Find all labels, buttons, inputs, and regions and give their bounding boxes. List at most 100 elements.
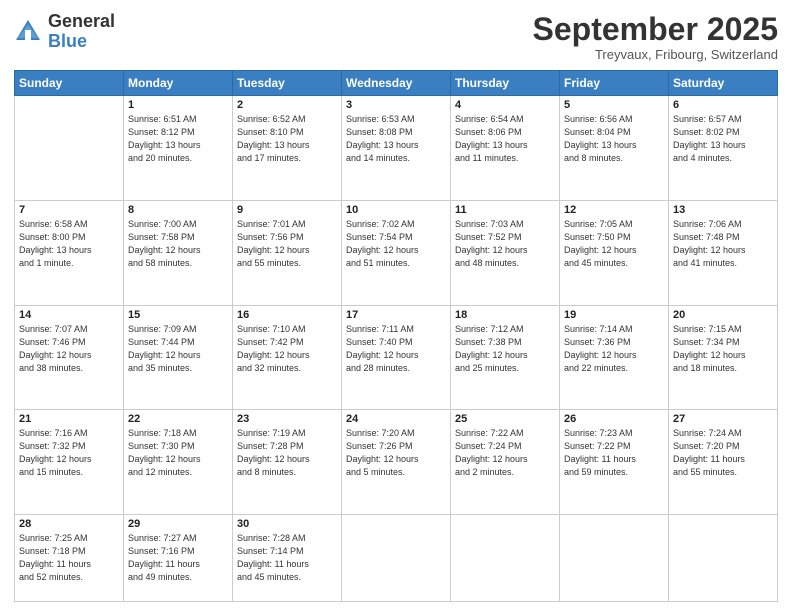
calendar-cell: 21 Sunrise: 7:16 AM Sunset: 7:32 PM Dayli…: [15, 410, 124, 515]
calendar-body: 1 Sunrise: 6:51 AM Sunset: 8:12 PM Daylig…: [15, 96, 778, 602]
page: General Blue September 2025 Treyvaux, Fr…: [0, 0, 792, 612]
day-info: Sunrise: 7:15 AM Sunset: 7:34 PM Dayligh…: [673, 323, 773, 375]
day-number: 4: [455, 99, 555, 111]
logo-general: General: [48, 12, 115, 32]
week-row-3: 14Sunrise: 7:07 AM Sunset: 7:46 PM Dayli…: [15, 305, 778, 410]
calendar-cell: 26 Sunrise: 7:23 AM Sunset: 7:22 PM Dayli…: [560, 410, 669, 515]
day-info: Sunrise: 7:09 AM Sunset: 7:44 PM Dayligh…: [128, 323, 228, 375]
weekday-thursday: Thursday: [451, 71, 560, 96]
day-info: Sunrise: 6:58 AM Sunset: 8:00 PM Dayligh…: [19, 218, 119, 270]
calendar-cell: 30Sunrise: 7:28 AM Sunset: 7:14 PM Dayli…: [233, 514, 342, 601]
day-number: 1: [128, 99, 228, 111]
day-number: 3: [346, 99, 446, 111]
calendar-cell: 9 Sunrise: 7:01 AM Sunset: 7:56 PM Daylig…: [233, 200, 342, 305]
day-info: Sunrise: 7:05 AM Sunset: 7:50 PM Dayligh…: [564, 218, 664, 270]
day-info: Sunrise: 7:03 AM Sunset: 7:52 PM Dayligh…: [455, 218, 555, 270]
day-number: 16: [237, 309, 337, 321]
header: General Blue September 2025 Treyvaux, Fr…: [14, 12, 778, 62]
day-number: 19: [564, 309, 664, 321]
week-row-2: 7Sunrise: 6:58 AM Sunset: 8:00 PM Daylig…: [15, 200, 778, 305]
day-info: Sunrise: 7:12 AM Sunset: 7:38 PM Dayligh…: [455, 323, 555, 375]
calendar-cell: 1 Sunrise: 6:51 AM Sunset: 8:12 PM Daylig…: [124, 96, 233, 201]
day-number: 12: [564, 204, 664, 216]
day-number: 24: [346, 413, 446, 425]
calendar-cell: 22Sunrise: 7:18 AM Sunset: 7:30 PM Dayli…: [124, 410, 233, 515]
calendar-cell: [560, 514, 669, 601]
calendar-cell: 15Sunrise: 7:09 AM Sunset: 7:44 PM Dayli…: [124, 305, 233, 410]
day-number: 5: [564, 99, 664, 111]
day-number: 29: [128, 518, 228, 530]
weekday-sunday: Sunday: [15, 71, 124, 96]
calendar-cell: 13 Sunrise: 7:06 AM Sunset: 7:48 PM Dayli…: [669, 200, 778, 305]
day-number: 20: [673, 309, 773, 321]
day-number: 17: [346, 309, 446, 321]
day-info: Sunrise: 7:20 AM Sunset: 7:26 PM Dayligh…: [346, 427, 446, 479]
day-number: 2: [237, 99, 337, 111]
location-subtitle: Treyvaux, Fribourg, Switzerland: [533, 47, 778, 62]
calendar-cell: 18 Sunrise: 7:12 AM Sunset: 7:38 PM Dayli…: [451, 305, 560, 410]
day-number: 6: [673, 99, 773, 111]
day-info: Sunrise: 7:07 AM Sunset: 7:46 PM Dayligh…: [19, 323, 119, 375]
day-info: Sunrise: 7:22 AM Sunset: 7:24 PM Dayligh…: [455, 427, 555, 479]
calendar-cell: 11 Sunrise: 7:03 AM Sunset: 7:52 PM Dayli…: [451, 200, 560, 305]
weekday-row: SundayMondayTuesdayWednesdayThursdayFrid…: [15, 71, 778, 96]
calendar-table: SundayMondayTuesdayWednesdayThursdayFrid…: [14, 70, 778, 602]
day-info: Sunrise: 7:02 AM Sunset: 7:54 PM Dayligh…: [346, 218, 446, 270]
day-info: Sunrise: 7:23 AM Sunset: 7:22 PM Dayligh…: [564, 427, 664, 479]
logo-blue: Blue: [48, 32, 115, 52]
calendar-cell: 3 Sunrise: 6:53 AM Sunset: 8:08 PM Daylig…: [342, 96, 451, 201]
day-number: 30: [237, 518, 337, 530]
day-number: 9: [237, 204, 337, 216]
day-info: Sunrise: 6:57 AM Sunset: 8:02 PM Dayligh…: [673, 113, 773, 165]
weekday-saturday: Saturday: [669, 71, 778, 96]
day-number: 13: [673, 204, 773, 216]
day-number: 18: [455, 309, 555, 321]
day-number: 26: [564, 413, 664, 425]
week-row-5: 28 Sunrise: 7:25 AM Sunset: 7:18 PM Dayli…: [15, 514, 778, 601]
day-number: 10: [346, 204, 446, 216]
calendar-cell: 6 Sunrise: 6:57 AM Sunset: 8:02 PM Daylig…: [669, 96, 778, 201]
calendar-cell: 20 Sunrise: 7:15 AM Sunset: 7:34 PM Dayli…: [669, 305, 778, 410]
calendar-header: SundayMondayTuesdayWednesdayThursdayFrid…: [15, 71, 778, 96]
day-info: Sunrise: 6:51 AM Sunset: 8:12 PM Dayligh…: [128, 113, 228, 165]
weekday-wednesday: Wednesday: [342, 71, 451, 96]
logo-text: General Blue: [48, 12, 115, 52]
day-number: 25: [455, 413, 555, 425]
calendar-cell: [669, 514, 778, 601]
week-row-4: 21 Sunrise: 7:16 AM Sunset: 7:32 PM Dayli…: [15, 410, 778, 515]
calendar-cell: 24 Sunrise: 7:20 AM Sunset: 7:26 PM Dayli…: [342, 410, 451, 515]
calendar-cell: 7Sunrise: 6:58 AM Sunset: 8:00 PM Daylig…: [15, 200, 124, 305]
day-info: Sunrise: 6:52 AM Sunset: 8:10 PM Dayligh…: [237, 113, 337, 165]
day-number: 11: [455, 204, 555, 216]
calendar-cell: 2 Sunrise: 6:52 AM Sunset: 8:10 PM Daylig…: [233, 96, 342, 201]
day-info: Sunrise: 7:01 AM Sunset: 7:56 PM Dayligh…: [237, 218, 337, 270]
calendar-cell: 27Sunrise: 7:24 AM Sunset: 7:20 PM Dayli…: [669, 410, 778, 515]
day-info: Sunrise: 6:53 AM Sunset: 8:08 PM Dayligh…: [346, 113, 446, 165]
day-info: Sunrise: 7:19 AM Sunset: 7:28 PM Dayligh…: [237, 427, 337, 479]
calendar-cell: 23Sunrise: 7:19 AM Sunset: 7:28 PM Dayli…: [233, 410, 342, 515]
day-number: 8: [128, 204, 228, 216]
calendar-cell: 5 Sunrise: 6:56 AM Sunset: 8:04 PM Daylig…: [560, 96, 669, 201]
day-number: 28: [19, 518, 119, 530]
calendar-cell: 19 Sunrise: 7:14 AM Sunset: 7:36 PM Dayli…: [560, 305, 669, 410]
weekday-monday: Monday: [124, 71, 233, 96]
day-info: Sunrise: 7:14 AM Sunset: 7:36 PM Dayligh…: [564, 323, 664, 375]
day-info: Sunrise: 6:54 AM Sunset: 8:06 PM Dayligh…: [455, 113, 555, 165]
day-info: Sunrise: 7:18 AM Sunset: 7:30 PM Dayligh…: [128, 427, 228, 479]
day-info: Sunrise: 7:06 AM Sunset: 7:48 PM Dayligh…: [673, 218, 773, 270]
day-number: 21: [19, 413, 119, 425]
calendar-cell: [342, 514, 451, 601]
logo-icon: [14, 18, 42, 46]
calendar-cell: [15, 96, 124, 201]
calendar-cell: 14Sunrise: 7:07 AM Sunset: 7:46 PM Dayli…: [15, 305, 124, 410]
day-info: Sunrise: 7:16 AM Sunset: 7:32 PM Dayligh…: [19, 427, 119, 479]
day-info: Sunrise: 7:00 AM Sunset: 7:58 PM Dayligh…: [128, 218, 228, 270]
day-number: 27: [673, 413, 773, 425]
month-title: September 2025: [533, 12, 778, 47]
calendar-cell: 29Sunrise: 7:27 AM Sunset: 7:16 PM Dayli…: [124, 514, 233, 601]
calendar-cell: 10 Sunrise: 7:02 AM Sunset: 7:54 PM Dayli…: [342, 200, 451, 305]
day-info: Sunrise: 6:56 AM Sunset: 8:04 PM Dayligh…: [564, 113, 664, 165]
day-info: Sunrise: 7:25 AM Sunset: 7:18 PM Dayligh…: [19, 532, 119, 584]
calendar-cell: [451, 514, 560, 601]
calendar-cell: 4 Sunrise: 6:54 AM Sunset: 8:06 PM Daylig…: [451, 96, 560, 201]
